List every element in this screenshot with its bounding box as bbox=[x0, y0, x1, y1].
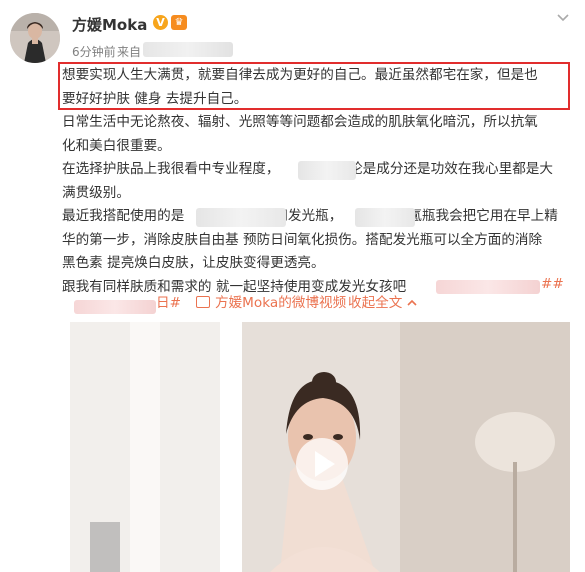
post-fragment: 在选择护肤品上我很看中专业程度， bbox=[62, 161, 280, 177]
source-prefix: 来自 bbox=[117, 45, 142, 59]
vip-crown-icon: ♛ bbox=[171, 15, 187, 30]
chevron-up-icon bbox=[407, 299, 417, 306]
post-line: 华的第一步，消除皮肤自由基 预防日间氧化损伤。搭配发光瓶可以全方面的消除 bbox=[62, 231, 543, 248]
hashtag-tail[interactable]: ## bbox=[541, 273, 564, 297]
username[interactable]: 方媛Moka bbox=[72, 14, 147, 35]
blurred-brand bbox=[298, 161, 356, 180]
blurred-source bbox=[143, 42, 233, 57]
blurred-brand bbox=[355, 208, 415, 227]
chevron-down-icon[interactable] bbox=[554, 12, 572, 26]
collapse-text-link[interactable]: 收起全文 bbox=[348, 292, 418, 316]
blurred-hashtag[interactable] bbox=[436, 280, 540, 294]
post-line: 日常生活中无论熬夜、辐射、光照等等问题都会造成的肌肤氧化暗沉，所以抗氧 bbox=[62, 114, 538, 130]
post-fragment: 最近我搭配使用的是 bbox=[62, 208, 185, 224]
avatar[interactable] bbox=[10, 13, 60, 63]
post-line: 化和美白很重要。 bbox=[62, 137, 171, 154]
video-link-label: 方媛Moka的微博视频 bbox=[215, 295, 347, 311]
post-line: 最近我搭配使用的是 和发光瓶， 氲瓶我会把它用在早上精 bbox=[62, 205, 574, 229]
post-line: 满贯级别。 bbox=[62, 184, 130, 201]
post-fragment: 氲瓶我会把它用在早上精 bbox=[408, 208, 558, 224]
avatar-photo bbox=[10, 13, 60, 63]
play-icon[interactable] bbox=[296, 438, 348, 490]
post-line: 黑色素 提亮焕白皮肤，让皮肤变得更透亮。 bbox=[62, 255, 325, 271]
blurred-brand bbox=[196, 208, 286, 227]
verified-badge-icon: V bbox=[153, 15, 168, 30]
post-fragment: 无论是成分还是功效在我心里都是大 bbox=[335, 161, 554, 177]
video-link[interactable]: 方媛Moka的微博视频 bbox=[196, 292, 346, 316]
highlight-box bbox=[58, 62, 570, 110]
blurred-hashtag[interactable] bbox=[74, 300, 156, 314]
video-icon bbox=[196, 296, 210, 308]
post-time[interactable]: 6分钟前 bbox=[72, 43, 116, 60]
hashtag-tail[interactable]: 日# bbox=[156, 292, 181, 316]
collapse-label: 收起全文 bbox=[348, 295, 403, 311]
